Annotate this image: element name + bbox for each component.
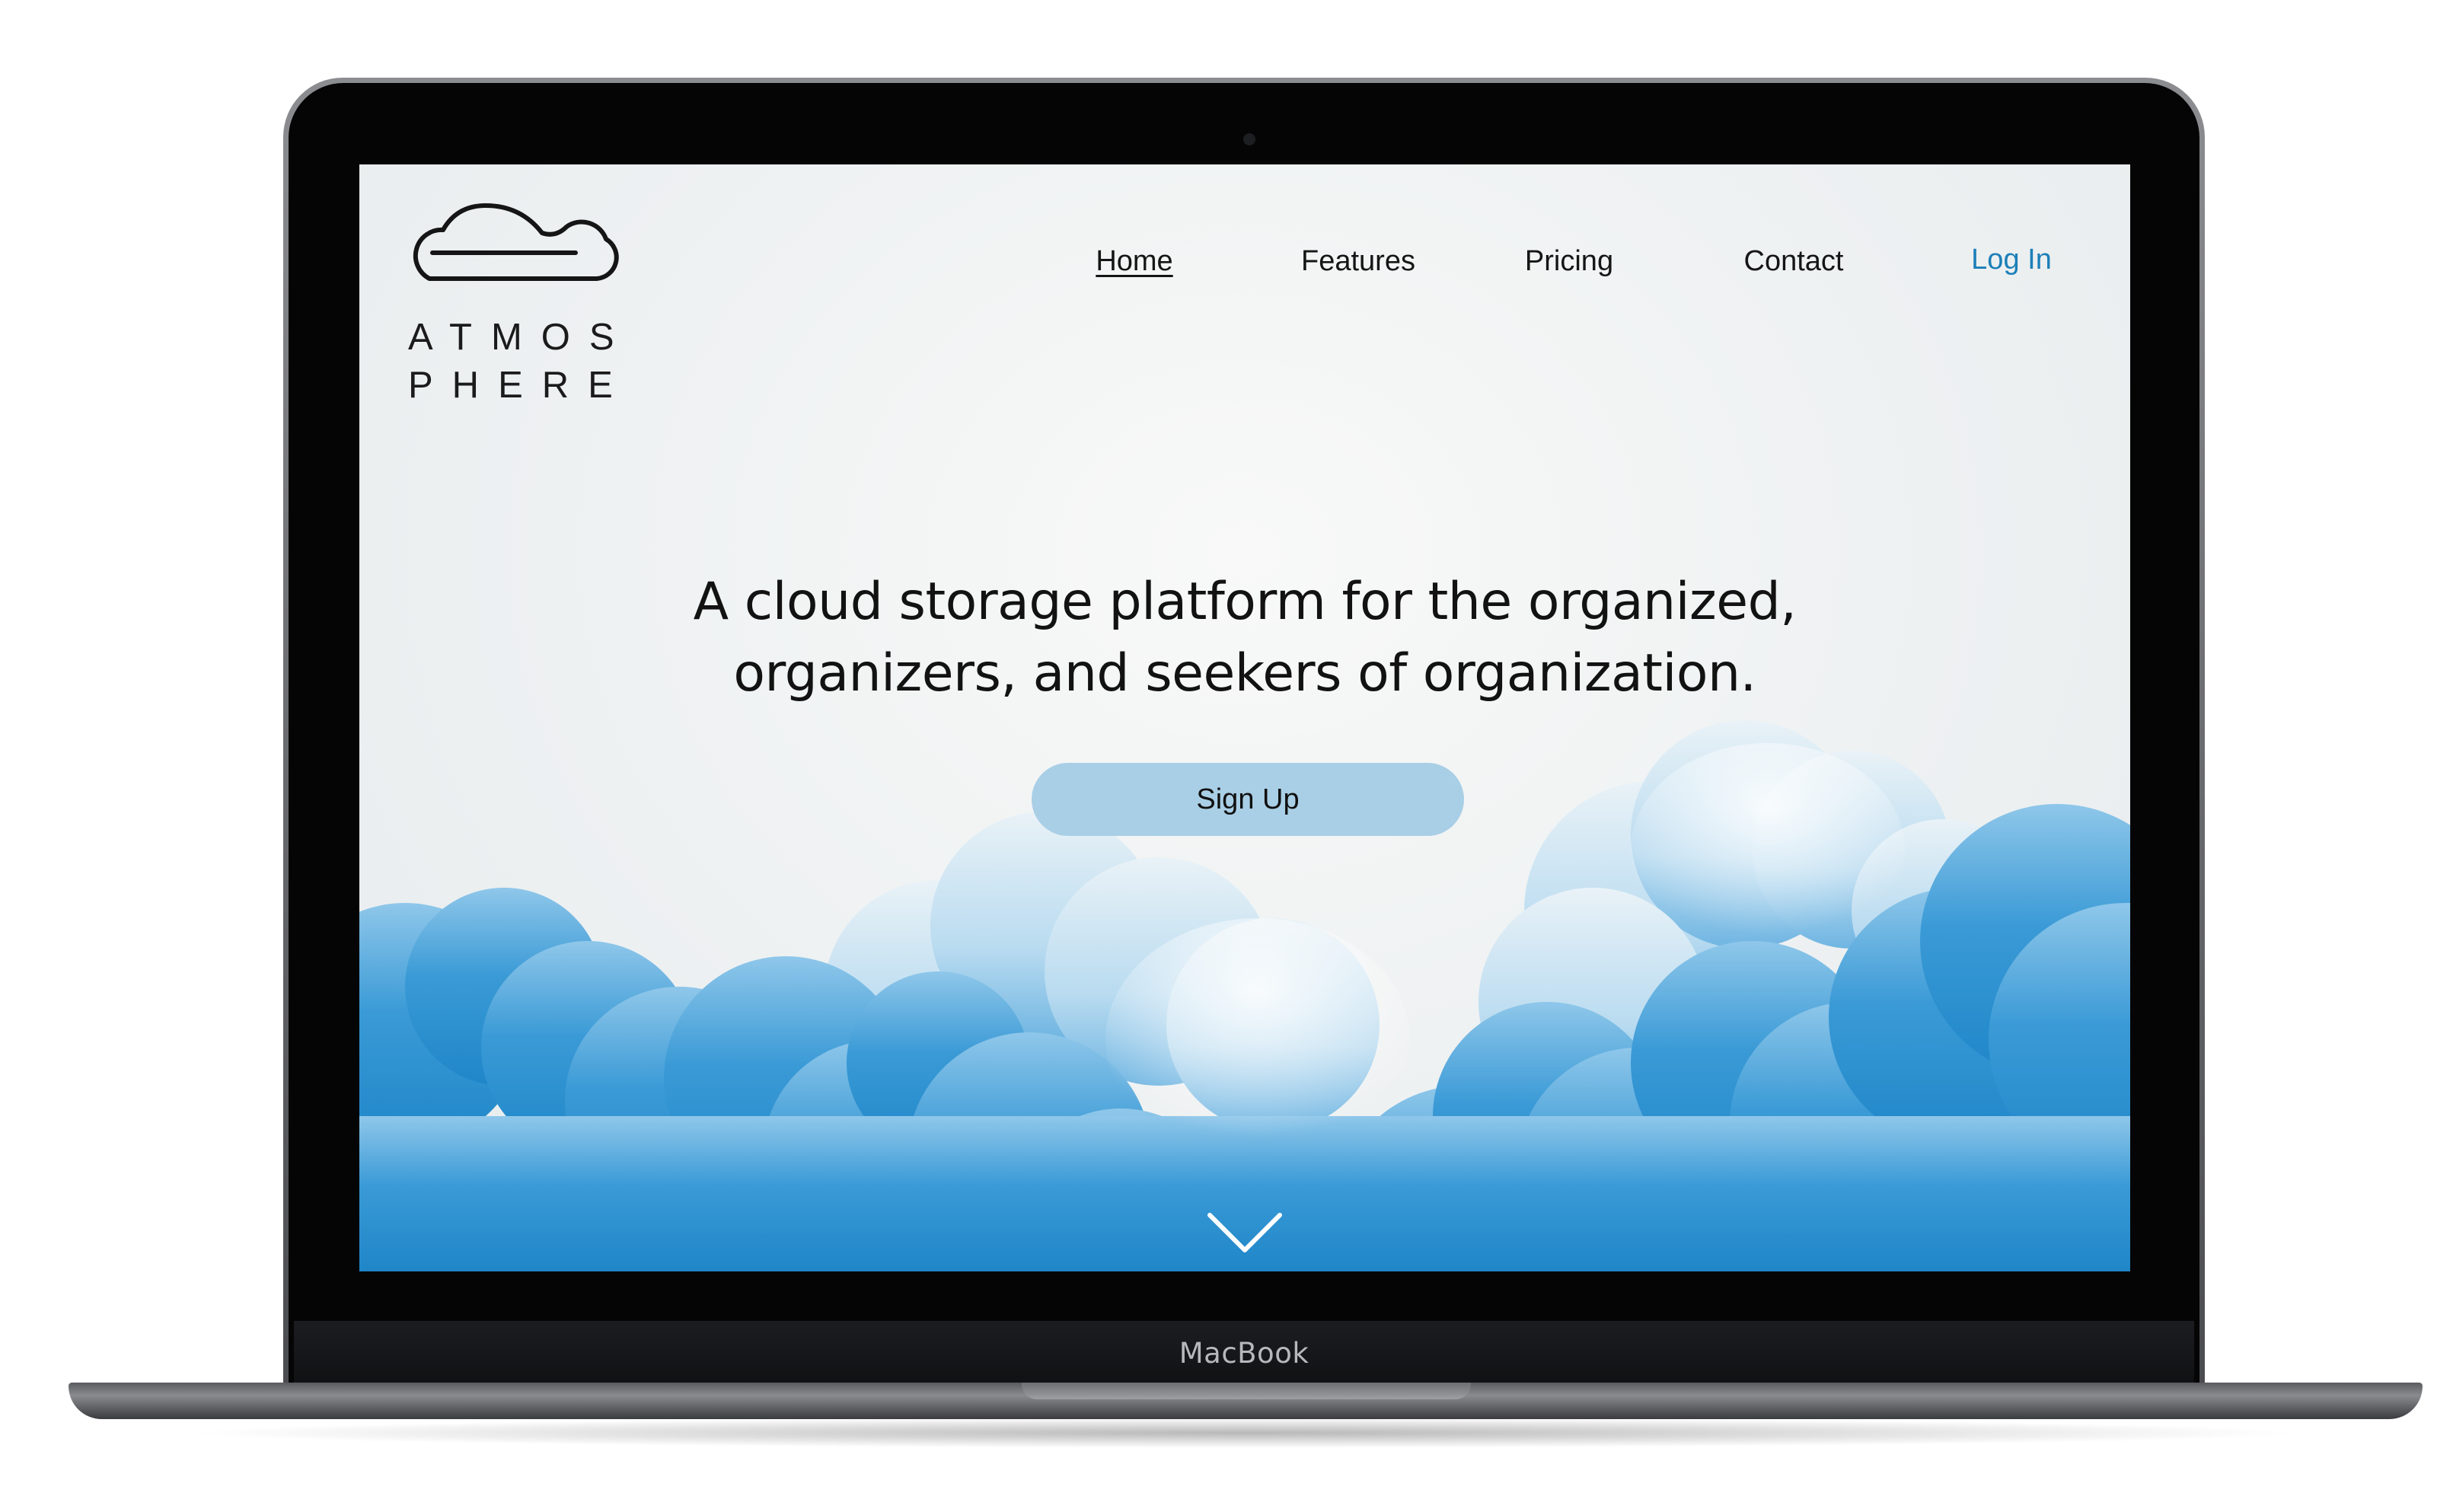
laptop-chin: MacBook — [294, 1321, 2194, 1385]
hero-headline: A cloud storage platform for the organiz… — [359, 566, 2130, 710]
device-brand-label: MacBook — [1179, 1336, 1309, 1370]
logo-wordmark: ATMOS PHERE — [408, 314, 629, 410]
laptop-shadow — [183, 1418, 2307, 1448]
logo-line-1: ATMOS — [408, 317, 633, 358]
nav-pricing[interactable]: Pricing — [1525, 245, 1613, 278]
signup-button[interactable]: Sign Up — [1032, 763, 1464, 836]
main-nav: Home Features Pricing Contact Log In — [359, 244, 2130, 298]
camera-icon — [1243, 133, 1255, 145]
website-screen: ATMOS PHERE Home Features Pricing Contac… — [359, 164, 2130, 1271]
laptop-base-notch — [1022, 1383, 1471, 1399]
login-link[interactable]: Log In — [1971, 244, 2052, 276]
nav-home[interactable]: Home — [1096, 245, 1172, 278]
hero-section: A cloud storage platform for the organiz… — [359, 566, 2130, 710]
hero-headline-line-2: organizers, and seekers of organization. — [733, 643, 1756, 703]
nav-features[interactable]: Features — [1301, 245, 1415, 278]
laptop-mockup: MacBook ATMOS PHERE Home Features Pricin… — [0, 0, 2453, 1512]
logo-line-2: PHERE — [408, 365, 632, 406]
nav-contact[interactable]: Contact — [1744, 245, 1844, 278]
hero-headline-line-1: A cloud storage platform for the organiz… — [693, 572, 1797, 632]
chevron-down-icon[interactable] — [1207, 1211, 1283, 1256]
atmosphere-logo[interactable]: ATMOS PHERE — [407, 199, 627, 406]
